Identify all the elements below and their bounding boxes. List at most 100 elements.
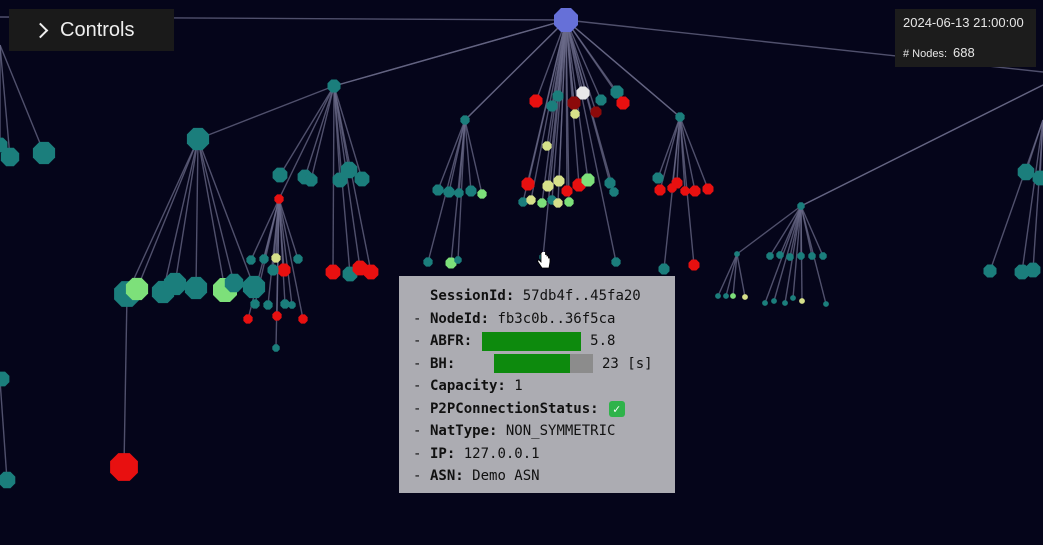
graph-node[interactable]: [298, 314, 308, 324]
graph-node[interactable]: [554, 8, 578, 32]
row-key: IP:: [430, 445, 456, 462]
graph-node[interactable]: [553, 175, 565, 187]
graph-node[interactable]: [654, 184, 666, 196]
graph-node[interactable]: [454, 256, 462, 264]
bh-bar-fill: [494, 354, 571, 374]
graph-node[interactable]: [325, 264, 341, 280]
graph-node[interactable]: [32, 141, 56, 165]
graph-node[interactable]: [742, 294, 748, 300]
graph-node[interactable]: [652, 172, 664, 184]
graph-node[interactable]: [110, 453, 138, 481]
graph-node[interactable]: [776, 251, 784, 259]
graph-node[interactable]: [186, 127, 210, 151]
graph-node[interactable]: [771, 298, 777, 304]
graph-node[interactable]: [675, 112, 685, 122]
graph-node[interactable]: [274, 194, 284, 204]
graph-node[interactable]: [564, 197, 574, 207]
row-value: Demo ASN: [472, 468, 540, 484]
graph-node[interactable]: [277, 263, 291, 277]
graph-node[interactable]: [808, 252, 816, 260]
row-prefix: -: [413, 468, 422, 484]
graph-node[interactable]: [715, 293, 721, 299]
controls-label: Controls: [60, 18, 135, 41]
graph-node[interactable]: [576, 86, 590, 100]
graph-node[interactable]: [797, 202, 805, 210]
graph-node[interactable]: [246, 255, 256, 265]
graph-node[interactable]: [688, 259, 700, 271]
graph-node[interactable]: [272, 167, 288, 183]
graph-node[interactable]: [658, 263, 670, 275]
graph-node[interactable]: [609, 187, 619, 197]
graph-node[interactable]: [611, 257, 621, 267]
graph-node[interactable]: [581, 173, 595, 187]
graph-node[interactable]: [671, 177, 683, 189]
graph-node[interactable]: [293, 254, 303, 264]
graph-node[interactable]: [250, 299, 260, 309]
graph-node[interactable]: [766, 252, 774, 260]
graph-node[interactable]: [782, 300, 788, 306]
row-key: NatType:: [430, 423, 498, 439]
graph-node[interactable]: [288, 301, 296, 309]
graph-node[interactable]: [542, 141, 552, 151]
graph-node[interactable]: [267, 264, 279, 276]
graph-node[interactable]: [537, 198, 547, 208]
graph-node[interactable]: [723, 293, 729, 299]
graph-node[interactable]: [1017, 163, 1035, 181]
graph-node[interactable]: [616, 96, 630, 110]
graph-node[interactable]: [163, 272, 187, 296]
graph-node[interactable]: [243, 314, 253, 324]
graph-node[interactable]: [542, 180, 554, 192]
graph-node[interactable]: [280, 299, 290, 309]
graph-node[interactable]: [790, 295, 796, 301]
graph-node[interactable]: [983, 264, 997, 278]
graph-node[interactable]: [546, 100, 558, 112]
graph-node[interactable]: [327, 79, 341, 93]
graph-node[interactable]: [0, 371, 10, 387]
graph-node[interactable]: [304, 173, 318, 187]
graph-node[interactable]: [702, 183, 714, 195]
graph-node[interactable]: [272, 344, 280, 352]
graph-node[interactable]: [242, 275, 266, 299]
graph-viewport[interactable]: Controls 2024-06-13 21:00:00 # Nodes: 68…: [0, 0, 1043, 545]
graph-node[interactable]: [567, 96, 581, 110]
graph-node[interactable]: [263, 300, 273, 310]
graph-node[interactable]: [786, 253, 794, 261]
graph-node[interactable]: [570, 109, 580, 119]
graph-node[interactable]: [454, 188, 464, 198]
graph-node[interactable]: [689, 185, 701, 197]
graph-node[interactable]: [1025, 262, 1041, 278]
graph-node[interactable]: [518, 197, 528, 207]
graph-node[interactable]: [432, 184, 444, 196]
graph-node[interactable]: [730, 293, 736, 299]
graph-node[interactable]: [271, 253, 281, 263]
graph-node[interactable]: [521, 177, 535, 191]
graph-node[interactable]: [363, 264, 379, 280]
graph-node[interactable]: [443, 186, 455, 198]
graph-node[interactable]: [423, 257, 433, 267]
graph-node[interactable]: [590, 106, 602, 118]
graph-node[interactable]: [819, 252, 827, 260]
graph-node[interactable]: [224, 273, 244, 293]
graph-node[interactable]: [762, 300, 768, 306]
graph-node[interactable]: [465, 185, 477, 197]
graph-node[interactable]: [595, 94, 607, 106]
graph-node[interactable]: [553, 198, 563, 208]
graph-node[interactable]: [604, 177, 616, 189]
graph-node[interactable]: [823, 301, 829, 307]
graph-node[interactable]: [552, 90, 564, 102]
graph-node[interactable]: [0, 471, 16, 489]
graph-node[interactable]: [477, 189, 487, 199]
graph-node[interactable]: [354, 171, 370, 187]
graph-node[interactable]: [259, 254, 269, 264]
graph-node[interactable]: [797, 252, 805, 260]
graph-node[interactable]: [526, 195, 536, 205]
graph-node[interactable]: [680, 186, 690, 196]
graph-node[interactable]: [184, 276, 208, 300]
graph-node[interactable]: [125, 277, 149, 301]
graph-node[interactable]: [561, 185, 573, 197]
graph-node[interactable]: [460, 115, 470, 125]
graph-node[interactable]: [799, 298, 805, 304]
controls-toggle-button[interactable]: Controls: [9, 9, 174, 51]
graph-node[interactable]: [272, 311, 282, 321]
graph-node[interactable]: [529, 94, 543, 108]
